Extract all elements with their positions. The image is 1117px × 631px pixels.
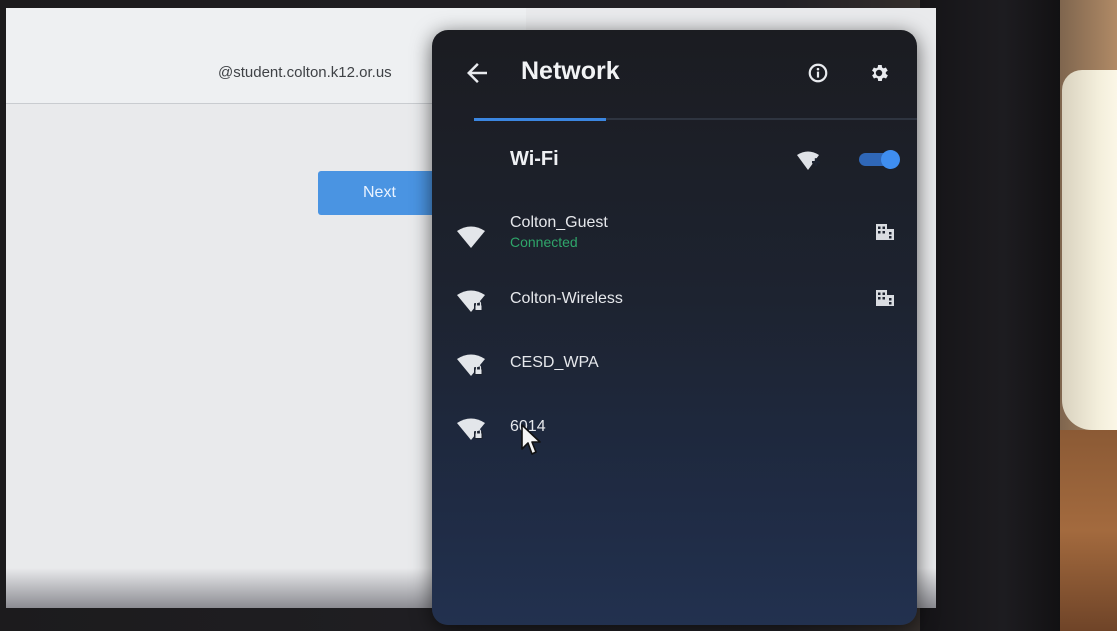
wifi-signal-icon: [457, 226, 485, 248]
network-row-colton-wireless[interactable]: Colton-Wireless: [432, 274, 917, 330]
network-name: Colton-Wireless: [510, 290, 623, 307]
network-row-colton-guest[interactable]: Colton_Guest Connected: [432, 208, 917, 264]
wifi-lock-icon: [457, 418, 485, 440]
panel-title: Network: [521, 57, 620, 85]
arrow-left-icon[interactable]: [462, 58, 492, 88]
gear-icon[interactable]: [868, 62, 890, 84]
network-row-6014[interactable]: 6014: [432, 402, 917, 458]
network-row-cesd-wpa[interactable]: CESD_WPA: [432, 338, 917, 394]
info-icon[interactable]: [807, 62, 829, 84]
scan-progress-bar: [474, 118, 606, 121]
network-panel: Network Wi-Fi Colton_Guest Connected Col…: [432, 30, 917, 625]
wifi-toggle[interactable]: [859, 150, 900, 169]
building-icon: [876, 224, 894, 240]
wifi-lock-icon: [457, 290, 485, 312]
table-surface: [1060, 430, 1117, 631]
wifi-lock-icon: [457, 354, 485, 376]
network-name: CESD_WPA: [510, 354, 599, 371]
laptop-bezel: [920, 0, 1060, 631]
next-button[interactable]: Next: [318, 171, 448, 215]
building-icon: [876, 290, 894, 306]
network-name: Colton_Guest: [510, 214, 608, 231]
toggle-knob: [881, 150, 900, 169]
mouse-cursor-icon: [521, 424, 541, 455]
add-wifi-icon[interactable]: [796, 150, 822, 172]
email-domain-suffix: @student.colton.k12.or.us: [218, 64, 392, 81]
wifi-section-label: Wi-Fi: [510, 148, 559, 170]
network-status: Connected: [510, 234, 578, 250]
mug: [1062, 70, 1117, 430]
